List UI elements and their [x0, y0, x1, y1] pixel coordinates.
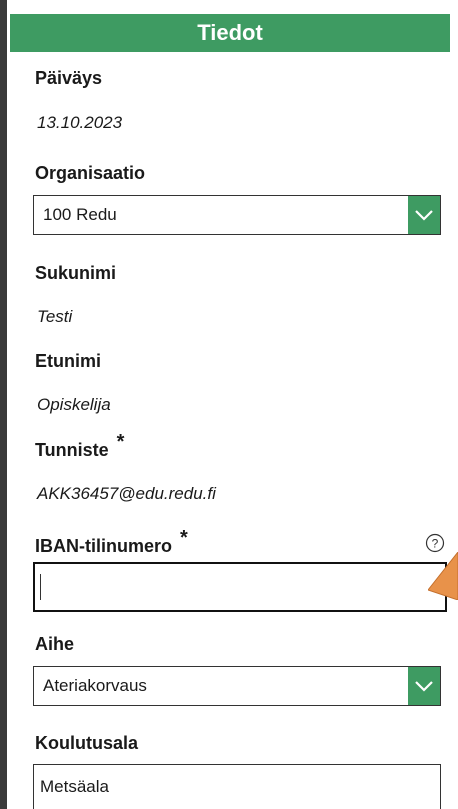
question-circle-icon[interactable]: ? [425, 533, 445, 553]
pointer-arrow-icon [428, 552, 458, 600]
aihe-dropdown-button[interactable] [408, 667, 440, 705]
left-border [0, 0, 7, 809]
tunniste-value: AKK36457@edu.redu.fi [37, 484, 216, 503]
iban-label: IBAN-tilinumero * [35, 527, 188, 558]
iban-input[interactable] [33, 562, 447, 612]
form-page: Tiedot Päiväys 13.10.2023 Organisaatio 1… [0, 0, 458, 809]
chevron-down-icon [415, 681, 433, 692]
text-caret [40, 574, 41, 600]
aihe-label: Aihe [35, 634, 75, 654]
aihe-dropdown[interactable]: Ateriakorvaus [33, 666, 441, 706]
sukunimi-label: Sukunimi [35, 263, 117, 283]
required-mark: * [116, 431, 125, 453]
koulutusala-label: Koulutusala [35, 733, 139, 753]
organisaatio-dropdown[interactable]: 100 Redu [33, 195, 441, 235]
required-mark: * [180, 527, 188, 549]
organisaatio-dropdown-button[interactable] [408, 196, 440, 234]
paivays-value: 13.10.2023 [37, 113, 123, 132]
organisaatio-label: Organisaatio [35, 163, 146, 183]
koulutusala-field[interactable]: Metsäala [33, 764, 441, 809]
chevron-down-icon [415, 210, 433, 221]
etunimi-value: Opiskelija [37, 395, 111, 414]
svg-text:?: ? [432, 537, 439, 551]
sukunimi-value: Testi [37, 307, 73, 326]
tunniste-label: Tunniste * [35, 431, 124, 462]
section-title: Tiedot [197, 20, 263, 45]
aihe-selected-value: Ateriakorvaus [43, 676, 147, 695]
iban-label-text: IBAN-tilinumero [35, 536, 172, 556]
etunimi-label: Etunimi [35, 351, 101, 371]
tunniste-label-text: Tunniste [35, 440, 109, 460]
section-header: Tiedot [10, 14, 450, 52]
organisaatio-selected-value: 100 Redu [43, 205, 117, 224]
paivays-label: Päiväys [35, 68, 103, 88]
koulutusala-value: Metsäala [40, 777, 109, 796]
